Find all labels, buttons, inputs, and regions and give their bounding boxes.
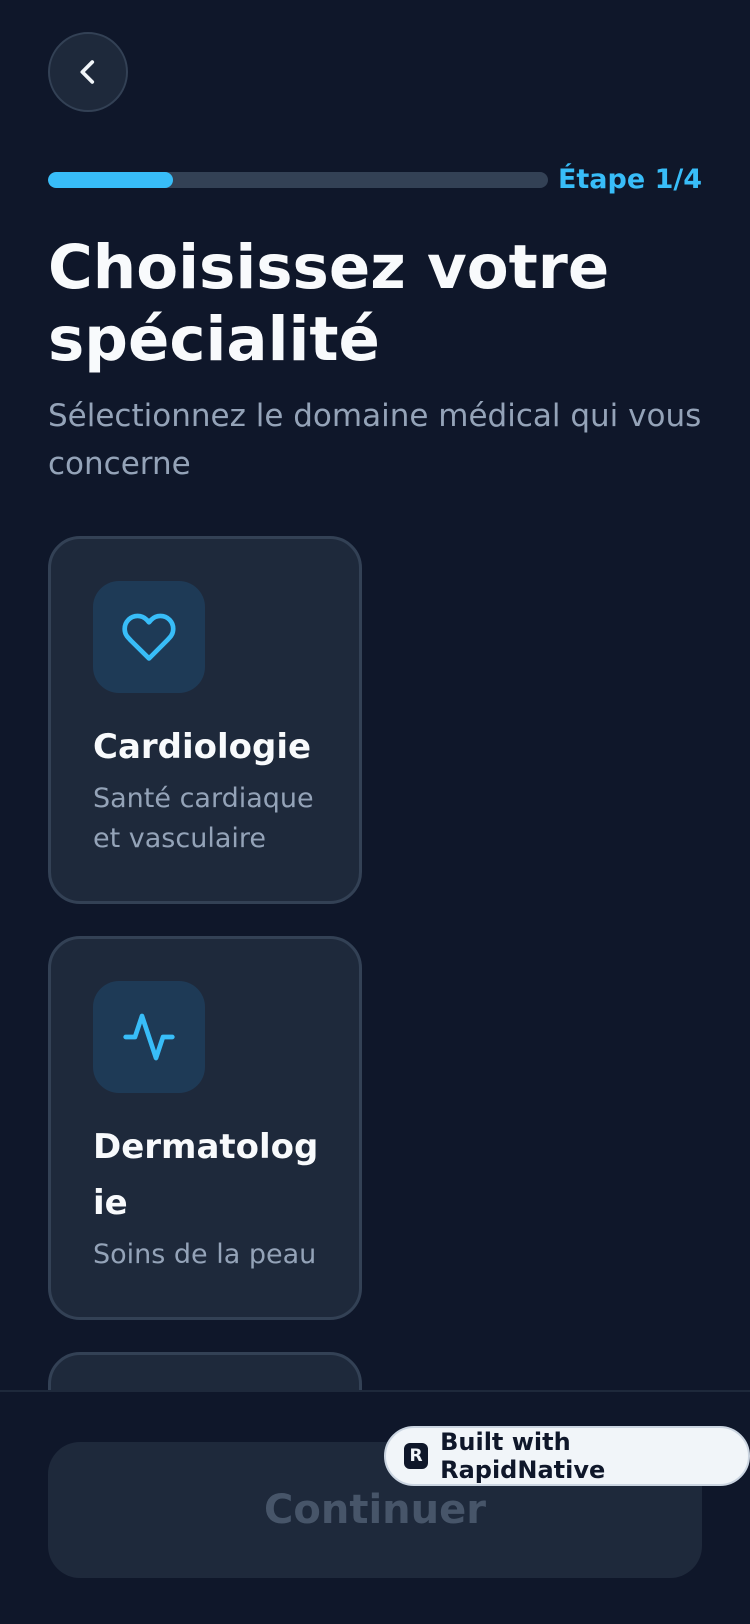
progress-indicator: Étape 1/4: [48, 164, 702, 196]
specialty-title: Cardiologie: [93, 727, 312, 767]
progress-track: [48, 172, 548, 188]
specialty-description: Santé cardiaque et vasculaire: [93, 783, 314, 854]
specialty-icon-box: [93, 981, 205, 1093]
specialty-card-cardiologie[interactable]: Cardiologie Santé cardiaque et vasculair…: [48, 536, 362, 904]
back-button[interactable]: [48, 32, 128, 112]
chevron-left-icon: [80, 60, 95, 84]
activity-icon: [123, 1013, 175, 1061]
badge-label: Built with RapidNative: [440, 1428, 606, 1484]
rapidnative-logo-icon: R: [404, 1443, 429, 1469]
specialty-icon-box: [93, 581, 205, 693]
heart-icon: [122, 613, 176, 661]
page-subtitle: Sélectionnez le domaine médical qui vous…: [48, 398, 702, 482]
specialty-card-dermatologie[interactable]: Dermatologie Soins de la peau: [48, 936, 362, 1320]
page-title: Choisissez votre spécialité: [48, 232, 610, 375]
bottom-action-bar: Continuer R Built with RapidNative: [0, 1390, 750, 1624]
progress-fill: [48, 172, 173, 188]
specialty-selection-screen: Étape 1/4 Choisissez votre spécialité Sé…: [0, 0, 750, 1624]
step-label: Étape 1/4: [557, 164, 702, 195]
rapidnative-badge[interactable]: R Built with RapidNative: [384, 1426, 750, 1486]
specialty-title: Dermatologie: [93, 1127, 319, 1223]
specialty-description: Soins de la peau: [93, 1239, 317, 1270]
